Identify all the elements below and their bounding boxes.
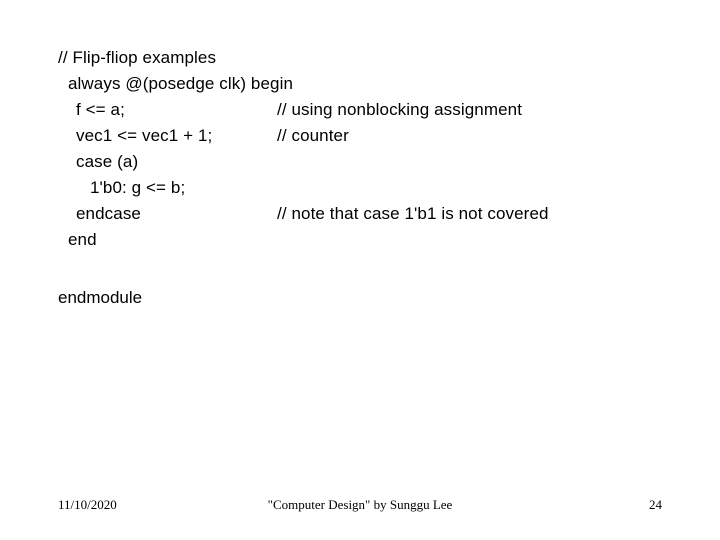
code-line-text: f <= a;	[76, 100, 125, 119]
code-line-text: always @(posedge clk) begin	[68, 74, 294, 93]
code-line: endcase // note that case 1'b1 is not co…	[0, 201, 720, 227]
code-line-text: vec1 <= vec1 + 1;	[76, 126, 213, 145]
code-block: // Flip-fliop examples always @(posedge …	[0, 45, 720, 253]
slide-canvas: // Flip-fliop examples always @(posedge …	[0, 0, 720, 540]
code-line: // Flip-fliop examples	[0, 45, 720, 71]
code-line: f <= a; // using nonblocking assignment	[0, 97, 720, 123]
code-line-comment: // using nonblocking assignment	[277, 100, 523, 119]
code-line-text: // Flip-fliop examples	[58, 48, 217, 67]
code-line: 1'b0: g <= b;	[0, 175, 720, 201]
code-line: case (a)	[0, 149, 720, 175]
slide-footer: 11/10/2020 "Computer Design" by Sunggu L…	[0, 495, 720, 515]
code-line-text: end	[68, 230, 97, 249]
code-line: always @(posedge clk) begin	[0, 71, 720, 97]
code-line-text: endcase	[76, 204, 141, 223]
code-line-comment: // note that case 1'b1 is not covered	[277, 204, 549, 223]
code-endmodule-line: endmodule	[58, 288, 143, 307]
code-line: end	[0, 227, 720, 253]
code-line: vec1 <= vec1 + 1; // counter	[0, 123, 720, 149]
code-line-text: 1'b0: g <= b;	[90, 178, 186, 197]
code-line-text: case (a)	[76, 152, 139, 171]
footer-page-number: 24	[649, 497, 662, 512]
footer-attribution: "Computer Design" by Sunggu Lee	[267, 497, 453, 512]
code-line-comment: // counter	[277, 126, 349, 145]
